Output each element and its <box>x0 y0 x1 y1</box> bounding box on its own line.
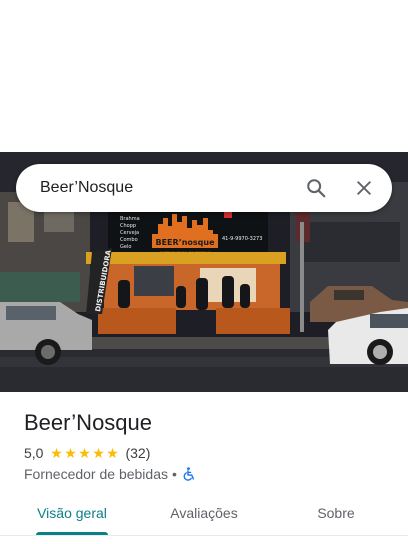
search-bar[interactable]: Beer’Nosque <box>16 164 392 212</box>
star-icon: ★ <box>50 445 63 461</box>
svg-text:Gelo: Gelo <box>120 244 131 250</box>
svg-text:Combo: Combo <box>120 237 138 243</box>
sign-phone: 41-9-9970-3273 <box>222 236 262 242</box>
star-rating: ★ ★ ★ ★ ★ <box>49 446 119 460</box>
tab-about[interactable]: Sobre <box>306 502 366 536</box>
sign-brand: BEER’nosque <box>155 238 215 247</box>
tab-reviews[interactable]: Avaliações <box>160 502 248 536</box>
review-count: (32) <box>125 445 151 461</box>
star-icon: ★ <box>64 445 77 461</box>
svg-text:Brahma: Brahma <box>120 216 140 222</box>
tab-overview[interactable]: Visão geral <box>36 502 108 536</box>
place-info-panel: Beer’Nosque 5,0 ★ ★ ★ ★ ★ (32) Fornecedor de… <box>0 392 408 544</box>
svg-text:Cerveja: Cerveja <box>120 230 139 236</box>
place-page: BEER’nosque DISTRIBUIDORA DE BEBIDAS Bra… <box>0 0 408 544</box>
place-tabs: Visão geral Avaliações Sobre <box>0 502 408 536</box>
search-icon <box>307 179 326 198</box>
tabs-divider <box>0 535 408 536</box>
place-category: Fornecedor de bebidas <box>24 466 168 482</box>
category-row: Fornecedor de bebidas • <box>24 466 195 482</box>
place-name: Beer’Nosque <box>24 410 153 435</box>
svg-text:Chopp: Chopp <box>120 223 136 229</box>
star-icon: ★ <box>92 445 105 461</box>
rating-row[interactable]: 5,0 ★ ★ ★ ★ ★ (32) <box>24 445 150 461</box>
close-icon <box>357 181 371 195</box>
search-input[interactable]: Beer’Nosque <box>16 179 292 197</box>
clear-search-button[interactable] <box>340 164 388 212</box>
star-icon: ★ <box>78 445 91 461</box>
wheelchair-icon <box>182 467 195 481</box>
search-button[interactable] <box>292 164 340 212</box>
star-icon: ★ <box>106 445 119 461</box>
separator-dot: • <box>172 466 177 482</box>
rating-value: 5,0 <box>24 445 44 461</box>
